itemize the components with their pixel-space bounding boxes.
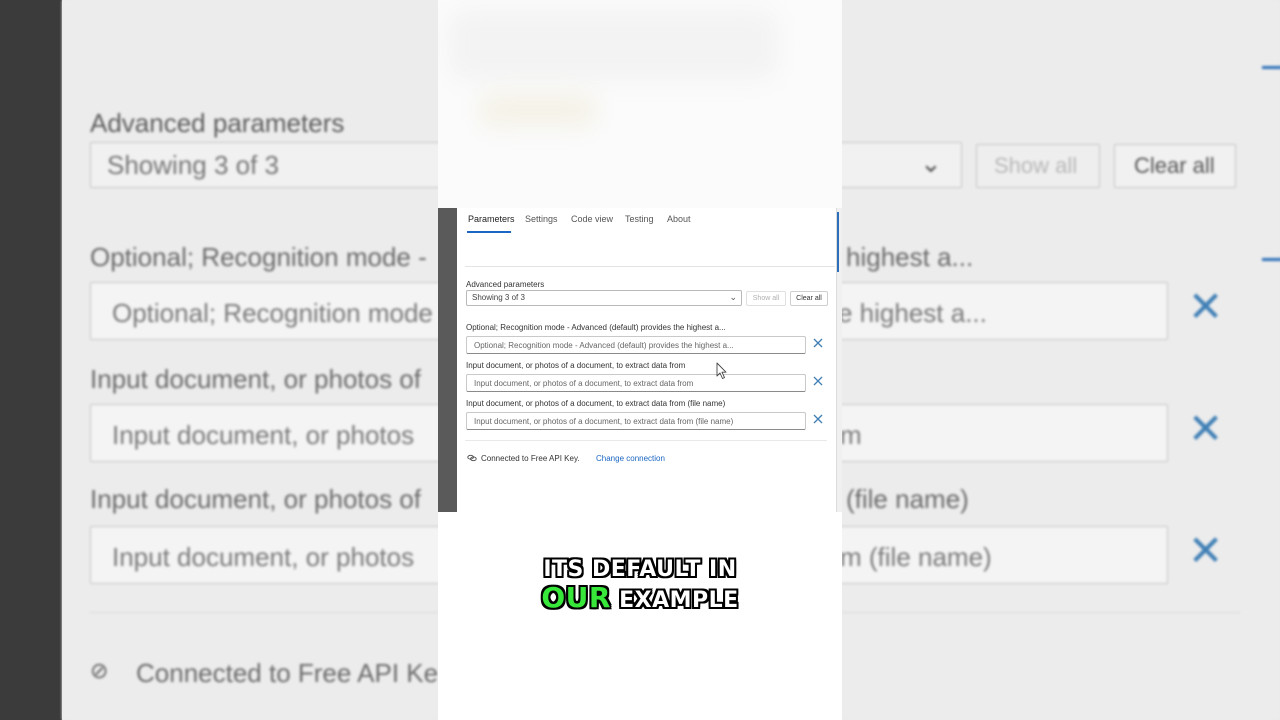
bg-select-value: Showing 3 of 3 [107,150,280,180]
bg-label-2: Input document, or photos of [90,364,421,394]
caption-line-1: its default in [543,557,737,582]
tab-settings[interactable]: Settings [525,214,558,224]
caption-highlight: our [541,581,611,614]
mouse-cursor-icon [716,362,727,379]
param-input-3[interactable]: Input document, or photos of a document,… [466,412,806,430]
bg-accent-mark-2 [1262,258,1280,261]
bg-advanced-label: Advanced parameters [90,108,345,138]
bg-close-icon-3: ✕ [1188,527,1224,574]
advanced-parameters-select[interactable]: Showing 3 of 3 ⌄ [466,290,742,306]
link-icon [467,454,477,462]
bg-close-icon-1: ✕ [1188,283,1224,330]
parameters-dialog: Parameters Settings Code view Testing Ab… [438,208,842,512]
active-tab-indicator [467,231,511,233]
change-connection-link[interactable]: Change connection [596,454,665,463]
param-label-2: Input document, or photos of a document,… [466,361,686,370]
background-dark-strip [0,0,62,720]
bg-input-3-text: Input document, or photos [112,542,415,572]
caption-line-2: example [619,588,739,613]
chevron-down-icon: ⌄ [729,292,737,302]
bg-input-2-right: m [840,420,862,450]
footer-divider [465,440,827,441]
bg-label-1: Optional; Recognition mode - [90,242,427,272]
param-input-2[interactable]: Input document, or photos of a document,… [466,374,806,392]
bg-input-3-right: m (file name) [840,542,992,572]
param-input-1-placeholder: Optional; Recognition mode - Advanced (d… [474,341,734,350]
tab-about[interactable]: About [667,214,691,224]
bg-clear-all-label: Clear all [1134,153,1215,178]
select-value: Showing 3 of 3 [472,293,525,302]
blur-smear [448,10,778,80]
bg-label-1-right: highest a... [846,242,974,272]
bg-input-1-text: Optional; Recognition mode [112,298,433,328]
close-icon[interactable] [812,337,824,349]
bg-input-2-text: Input document, or photos [112,420,415,450]
blur-smear-yellow [478,92,598,128]
tab-code-view[interactable]: Code view [571,214,613,224]
close-icon[interactable] [812,413,824,425]
bg-input-1-right: e highest a... [838,298,987,328]
dialog-left-strip [438,208,457,512]
blurred-header [438,0,842,208]
bg-show-all-label: Show all [994,153,1078,178]
close-icon[interactable] [812,375,824,387]
show-all-button[interactable]: Show all [746,291,786,306]
param-input-1[interactable]: Optional; Recognition mode - Advanced (d… [466,336,806,354]
video-caption: its default in our example [438,556,842,615]
bg-accent-mark [1262,66,1280,69]
tab-testing[interactable]: Testing [625,214,654,224]
param-input-2-placeholder: Input document, or photos of a document,… [474,379,694,388]
bg-label-3: Input document, or photos of [90,484,421,514]
tabs-divider [465,266,835,267]
param-label-1: Optional; Recognition mode - Advanced (d… [466,323,726,332]
bg-close-icon-2: ✕ [1188,405,1224,452]
param-label-3: Input document, or photos of a document,… [466,399,726,408]
advanced-parameters-label: Advanced parameters [466,280,545,289]
dialog-scrollbar[interactable] [836,208,842,512]
clear-all-button[interactable]: Clear all [790,291,828,306]
bg-link-icon: ⊘ [90,658,109,683]
tab-parameters[interactable]: Parameters [468,214,515,224]
connection-status: Connected to Free API Key. [481,454,580,463]
bg-connection-text: Connected to Free API Ke [136,658,439,688]
param-input-3-placeholder: Input document, or photos of a document,… [474,417,734,426]
bg-chevron-icon: ⌄ [920,148,942,178]
bg-label-3-right: (file name) [846,484,969,514]
